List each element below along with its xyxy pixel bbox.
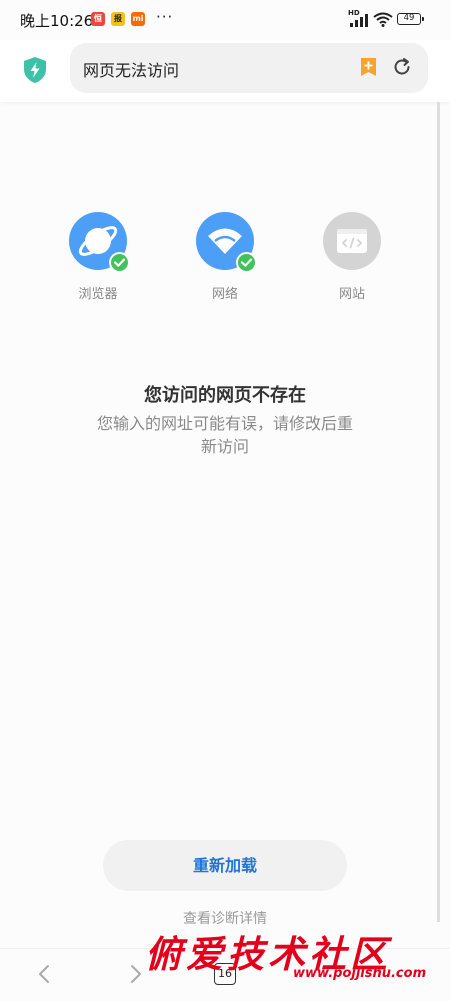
url-text[interactable]: 网页无法访问 bbox=[83, 57, 179, 81]
address-bar-area: 网页无法访问 bbox=[0, 40, 450, 102]
diag-label-network: 网络 bbox=[211, 287, 238, 302]
reload-icon[interactable] bbox=[392, 57, 412, 77]
diag-browser: 浏览器 bbox=[58, 212, 138, 302]
check-icon bbox=[109, 252, 130, 273]
bookmark-add-icon[interactable] bbox=[360, 57, 377, 77]
back-icon[interactable] bbox=[35, 963, 53, 985]
status-bar: 晚上10:26 恒 报 mi ··· HD 49 bbox=[0, 0, 450, 40]
error-title: 您访问的网页不存在 bbox=[144, 385, 306, 406]
check-icon bbox=[236, 252, 257, 273]
yellow-app-icon: 报 bbox=[111, 12, 125, 26]
diag-website: 网站 bbox=[312, 212, 392, 302]
wifi-status-icon bbox=[373, 12, 393, 27]
more-notifications-icon: ··· bbox=[156, 8, 174, 26]
status-time: 晚上10:26 bbox=[20, 12, 94, 30]
url-input[interactable]: 网页无法访问 bbox=[70, 43, 428, 93]
reload-button[interactable]: 重新加载 bbox=[103, 840, 347, 891]
battery-icon: 49 bbox=[397, 13, 424, 25]
wifi-icon bbox=[196, 212, 257, 273]
watermark-url: www.pojjishu.com bbox=[293, 966, 427, 981]
code-window-icon bbox=[323, 212, 381, 270]
planet-icon bbox=[69, 212, 130, 273]
scrollbar[interactable] bbox=[437, 102, 440, 922]
security-shield-icon[interactable] bbox=[22, 56, 48, 84]
signal-icon bbox=[350, 14, 368, 27]
red-app-icon: 恒 bbox=[91, 12, 105, 26]
diag-label-browser: 浏览器 bbox=[78, 287, 118, 302]
watermark: 俯爱技术社区 www.pojjishu.com bbox=[145, 924, 445, 994]
mi-icon: mi bbox=[131, 12, 145, 26]
forward-icon[interactable] bbox=[127, 963, 145, 985]
diag-network: 网络 bbox=[185, 212, 265, 302]
diag-label-website: 网站 bbox=[338, 287, 365, 302]
error-subtitle: 您输入的网址可能有误，请修改后重新访问 bbox=[96, 414, 353, 456]
